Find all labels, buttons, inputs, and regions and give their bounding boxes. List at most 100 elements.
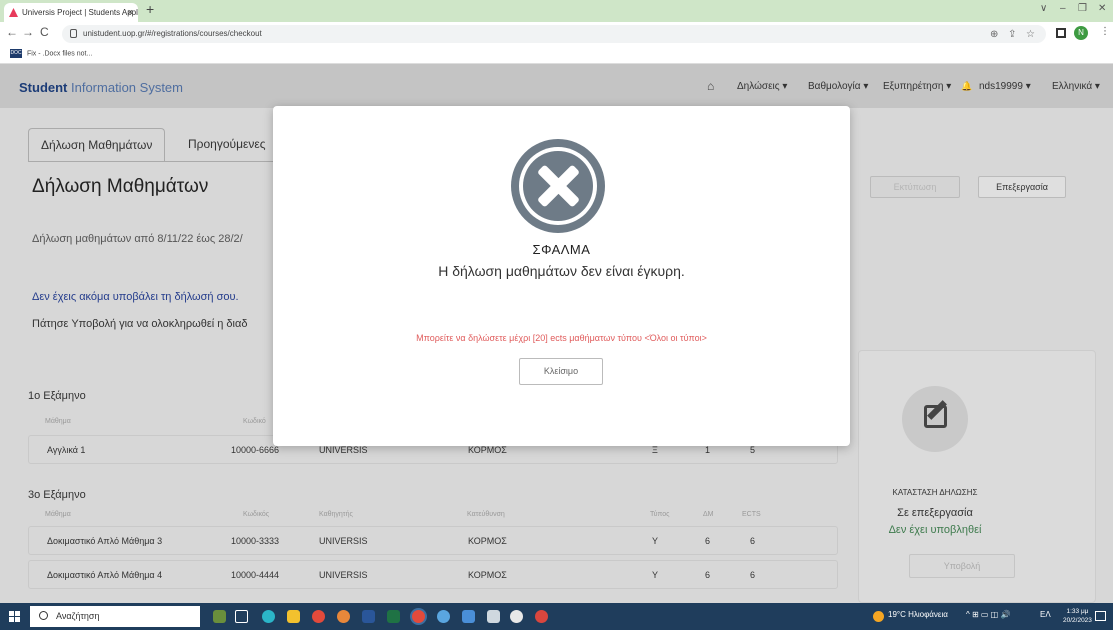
edge-icon[interactable] [262, 610, 275, 623]
url-input[interactable]: unistudent.uop.gr/#/registrations/course… [62, 25, 1046, 43]
course-name: Δοκιμαστικό Απλό Μάθημα 3 [47, 536, 163, 546]
bookmark-label: Fix - .Docx files not... [26, 50, 93, 58]
semester-title: 3ο Εξάμηνο [28, 489, 86, 501]
course-ects: 6 [750, 570, 756, 580]
table-row[interactable]: Δοκιμαστικό Απλό Μάθημα 3 10000-3333 UNI… [28, 526, 838, 555]
browser-tab-strip: Universis Project | Students Appl × + ∨ … [0, 0, 1113, 22]
firefox-icon[interactable] [337, 610, 350, 623]
status-subtext: Δεν έχει υποβληθεί [888, 524, 982, 536]
tab-previous[interactable]: Προηγούμενες [176, 128, 277, 161]
url-text: unistudent.uop.gr/#/registrations/course… [83, 29, 262, 38]
course-code: 10000-4444 [231, 570, 280, 580]
home-icon[interactable]: ⌂ [707, 79, 714, 93]
weather-icon [873, 611, 884, 622]
dialog-title: ΣΦΑΛΜΑ [532, 242, 591, 257]
course-code: 10000-6666 [231, 445, 280, 455]
course-direction: ΚΟΡΜΟΣ [468, 570, 507, 580]
menu-grades[interactable]: Βαθμολογία ▾ [808, 81, 868, 92]
app-icon[interactable] [437, 610, 450, 623]
taskbar-clock[interactable]: 1:33 μμ 20/2/2023 [1063, 607, 1092, 625]
new-tab-button[interactable]: + [146, 1, 154, 17]
app-icon[interactable] [510, 610, 523, 623]
menu-declarations[interactable]: Δηλώσεις ▾ [737, 81, 787, 92]
bookmark-star-icon[interactable]: ☆ [1026, 29, 1035, 40]
app-header: Student Information System ⌂ Δηλώσεις ▾ … [0, 64, 1113, 108]
print-button[interactable]: Εκτύπωση [870, 176, 960, 198]
course-instructor: UNIVERSIS [319, 536, 368, 546]
bookmarks-bar: DOC Fix - .Docx files not... [0, 46, 1113, 64]
column-header: Μάθημα [45, 511, 71, 518]
minimize-button[interactable]: – [1060, 3, 1066, 14]
semester-title: 1ο Εξάμηνο [28, 390, 86, 402]
bell-icon[interactable]: 🔔 [961, 81, 972, 92]
browser-menu-icon[interactable]: ⋮ [1100, 26, 1110, 37]
status-label: ΚΑΤΑΣΤΑΣΗ ΔΗΛΩΣΗΣ [892, 488, 978, 497]
submit-instruction: Πάτησε Υποβολή για να ολοκληρωθεί η διαδ [32, 318, 248, 330]
browser-tab[interactable]: Universis Project | Students Appl × [4, 3, 138, 22]
app-icon[interactable] [487, 610, 500, 623]
lock-icon [70, 29, 77, 38]
task-view-icon[interactable] [235, 610, 248, 623]
forward-button[interactable]: → [22, 25, 34, 39]
taskbar-search-input[interactable]: Αναζήτηση [30, 606, 200, 627]
column-header: Μάθημα [45, 418, 71, 425]
restore-button[interactable]: ❐ [1078, 3, 1087, 14]
menu-service[interactable]: Εξυπηρέτηση ▾ [883, 81, 951, 92]
excel-icon[interactable] [387, 610, 400, 623]
windows-taskbar: Αναζήτηση 19°C Ηλιοφάνεια ^ ⊞ ▭ ◫ 🔊 ΕΛ 1… [0, 603, 1113, 630]
edit-button[interactable]: Επεξεργασία [978, 176, 1066, 198]
menu-user[interactable]: nds19999 ▾ [979, 81, 1031, 92]
profile-avatar[interactable]: N [1074, 26, 1088, 40]
close-button[interactable]: Κλείσιμο [519, 358, 603, 385]
windows-start-icon[interactable] [9, 611, 20, 622]
course-name: Αγγλικά 1 [47, 445, 86, 455]
course-ects: 6 [750, 536, 756, 546]
course-type: Υ [652, 536, 659, 546]
chrome-active-icon[interactable] [412, 610, 425, 623]
column-header: Κωδικό [243, 418, 266, 425]
menu-language[interactable]: Ελληνικά ▾ [1052, 81, 1100, 92]
file-explorer-icon[interactable] [287, 610, 300, 623]
extensions-icon[interactable] [1056, 28, 1066, 38]
error-x-icon [511, 139, 605, 233]
table-row[interactable]: Δοκιμαστικό Απλό Μάθημα 4 10000-4444 UNI… [28, 560, 838, 589]
tab-search-icon[interactable]: ∨ [1040, 3, 1047, 14]
app-icon[interactable] [535, 610, 548, 623]
status-value: Σε επεξεργασία [897, 507, 973, 519]
declaration-period: Δήλωση μαθημάτων από 8/11/22 έως 28/2/ [32, 233, 243, 245]
chrome-icon[interactable] [312, 610, 325, 623]
course-instructor: UNIVERSIS [319, 570, 368, 580]
column-header: ΔΜ [703, 511, 714, 518]
course-code: 10000-3333 [231, 536, 280, 546]
column-header: Τύπος [650, 511, 670, 518]
course-type: Υ [652, 570, 659, 580]
column-header: Κωδικός [243, 511, 270, 518]
tab-title: Universis Project | Students Appl [22, 8, 138, 17]
system-tray-icons[interactable]: ^ ⊞ ▭ ◫ 🔊 [966, 610, 1010, 619]
not-submitted-notice: Δεν έχεις ακόμα υποβάλει τη δήλωσή σου. [32, 291, 239, 303]
window-close-button[interactable]: ✕ [1098, 3, 1106, 14]
search-icon [39, 611, 48, 620]
tab-close-icon[interactable]: × [128, 3, 133, 22]
reload-button[interactable]: C [40, 25, 49, 39]
declaration-status-card: ΚΑΤΑΣΤΑΣΗ ΔΗΛΩΣΗΣ Σε επεξεργασία Δεν έχε… [858, 350, 1096, 603]
course-dm: 6 [705, 536, 711, 546]
language-indicator[interactable]: ΕΛ [1040, 610, 1051, 619]
zoom-icon[interactable]: ⊕ [990, 29, 998, 40]
course-name: Δοκιμαστικό Απλό Μάθημα 4 [47, 570, 163, 580]
course-direction: ΚΟΡΜΟΣ [468, 536, 507, 546]
app-icon[interactable] [462, 610, 475, 623]
course-dm: 6 [705, 570, 711, 580]
back-button[interactable]: ← [6, 25, 18, 39]
doc-icon: DOC [10, 49, 22, 58]
bookmark-item[interactable]: DOC Fix - .Docx files not... [10, 49, 92, 58]
tab-course-declaration[interactable]: Δήλωση Μαθημάτων [28, 128, 166, 161]
weather-text[interactable]: 19°C Ηλιοφάνεια [888, 610, 948, 619]
notification-icon[interactable] [1095, 611, 1106, 621]
share-icon[interactable]: ⇪ [1008, 29, 1016, 40]
submit-button[interactable]: Υποβολή [909, 554, 1015, 578]
search-highlight-icon[interactable] [213, 610, 226, 623]
word-icon[interactable] [362, 610, 375, 623]
brand-logo[interactable]: Student Information System [19, 80, 183, 95]
address-bar: ← → C unistudent.uop.gr/#/registrations/… [0, 22, 1113, 46]
